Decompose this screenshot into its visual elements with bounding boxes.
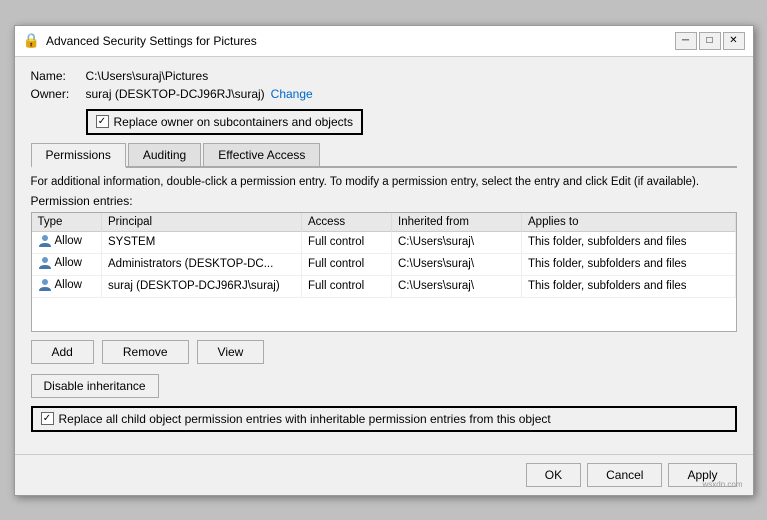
window-title: Advanced Security Settings for Pictures	[46, 34, 257, 48]
remove-button[interactable]: Remove	[102, 340, 189, 364]
col-applies: Applies to	[522, 213, 736, 232]
title-bar-controls: ─ □ ✕	[675, 32, 745, 50]
cell-access: Full control	[302, 253, 392, 275]
cell-access: Full control	[302, 275, 392, 297]
cell-access: Full control	[302, 231, 392, 253]
col-type: Type	[32, 213, 102, 232]
owner-checkbox-label: Replace owner on subcontainers and objec…	[114, 115, 353, 129]
cell-principal: Administrators (DESKTOP-DC...	[102, 253, 302, 275]
name-value: C:\Users\suraj\Pictures	[86, 69, 209, 83]
tabs: Permissions Auditing Effective Access	[31, 143, 737, 168]
tab-permissions[interactable]: Permissions	[31, 143, 126, 168]
col-access: Access	[302, 213, 392, 232]
view-button[interactable]: View	[197, 340, 265, 364]
bottom-checkbox-row[interactable]: ✓ Replace all child object permission en…	[31, 406, 737, 432]
permission-table-container: Type Principal Access Inherited from App…	[31, 212, 737, 332]
cell-principal: SYSTEM	[102, 231, 302, 253]
bottom-checkbox-label: Replace all child object permission entr…	[59, 412, 551, 426]
col-inherited: Inherited from	[392, 213, 522, 232]
tab-effective-access[interactable]: Effective Access	[203, 143, 320, 166]
cell-type: Allow	[32, 231, 102, 253]
maximize-button[interactable]: □	[699, 32, 721, 50]
change-link[interactable]: Change	[271, 87, 313, 101]
cell-inherited: C:\Users\suraj\	[392, 275, 522, 297]
action-buttons: Add Remove View	[31, 340, 737, 364]
apply-button[interactable]: Apply	[668, 463, 736, 487]
col-principal: Principal	[102, 213, 302, 232]
cell-type: Allow	[32, 253, 102, 275]
cell-principal: suraj (DESKTOP-DCJ96RJ\suraj)	[102, 275, 302, 297]
table-row[interactable]: Allow Administrators (DESKTOP-DC...Full …	[32, 253, 736, 275]
bottom-checkbox[interactable]: ✓	[41, 412, 54, 425]
cell-inherited: C:\Users\suraj\	[392, 253, 522, 275]
info-text: For additional information, double-click…	[31, 176, 737, 188]
permission-table: Type Principal Access Inherited from App…	[32, 213, 736, 298]
table-row[interactable]: Allow SYSTEMFull controlC:\Users\suraj\T…	[32, 231, 736, 253]
name-label: Name:	[31, 69, 86, 83]
minimize-button[interactable]: ─	[675, 32, 697, 50]
ok-button[interactable]: OK	[526, 463, 581, 487]
tab-auditing[interactable]: Auditing	[128, 143, 201, 166]
table-row[interactable]: Allow suraj (DESKTOP-DCJ96RJ\suraj)Full …	[32, 275, 736, 297]
cell-applies: This folder, subfolders and files	[522, 231, 736, 253]
cell-inherited: C:\Users\suraj\	[392, 231, 522, 253]
window-icon: 🔒	[23, 32, 40, 49]
table-header-row: Type Principal Access Inherited from App…	[32, 213, 736, 232]
cell-type: Allow	[32, 275, 102, 297]
cell-applies: This folder, subfolders and files	[522, 253, 736, 275]
close-button[interactable]: ✕	[723, 32, 745, 50]
owner-row: Owner: suraj (DESKTOP-DCJ96RJ\suraj) Cha…	[31, 87, 737, 101]
title-bar: 🔒 Advanced Security Settings for Picture…	[15, 26, 753, 57]
add-button[interactable]: Add	[31, 340, 94, 364]
owner-checkbox[interactable]: ✓	[96, 115, 109, 128]
disable-inheritance-button[interactable]: Disable inheritance	[31, 374, 159, 398]
owner-label: Owner:	[31, 87, 86, 101]
footer: OK Cancel Apply	[15, 454, 753, 495]
name-row: Name: C:\Users\suraj\Pictures	[31, 69, 737, 83]
owner-value: suraj (DESKTOP-DCJ96RJ\suraj)	[86, 87, 265, 101]
cancel-button[interactable]: Cancel	[587, 463, 662, 487]
permission-entries-label: Permission entries:	[31, 194, 737, 208]
cell-applies: This folder, subfolders and files	[522, 275, 736, 297]
owner-checkbox-row[interactable]: ✓ Replace owner on subcontainers and obj…	[86, 109, 363, 135]
